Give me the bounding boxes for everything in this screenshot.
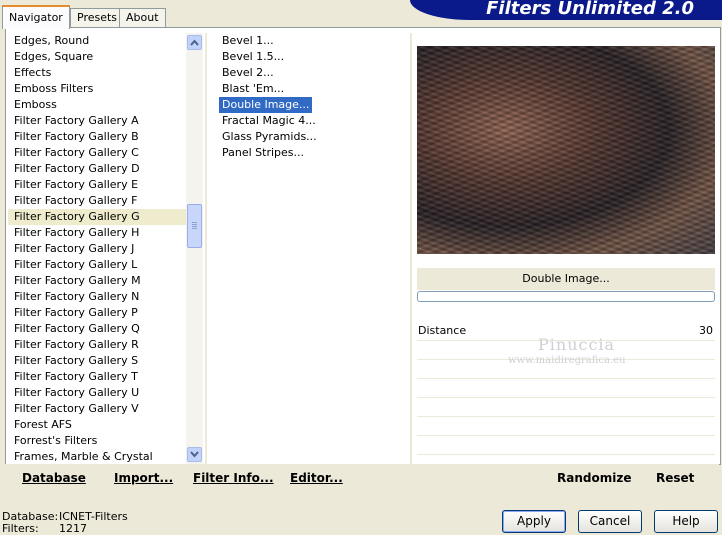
cancel-button[interactable]: Cancel xyxy=(578,510,642,533)
filter-item[interactable]: Glass Pyramids... xyxy=(219,129,320,145)
watermark-site: www.maidiregrafica.eu xyxy=(508,355,626,366)
scroll-down-button[interactable] xyxy=(187,447,202,462)
apply-button[interactable]: Apply xyxy=(502,510,566,533)
reset-button[interactable]: Reset xyxy=(656,467,694,489)
filter-list[interactable]: Bevel 1... Bevel 1.5... Bevel 2... Blast 'E… xyxy=(218,33,408,464)
category-item[interactable]: Filter Factory Gallery Q xyxy=(8,321,186,337)
preview-filter-name: Double Image... xyxy=(417,268,715,290)
scroll-thumb[interactable] xyxy=(187,204,202,248)
category-item[interactable]: Filter Factory Gallery V xyxy=(8,401,186,417)
category-item[interactable]: Emboss xyxy=(8,97,186,113)
category-item[interactable]: Effects xyxy=(8,65,186,81)
category-item[interactable]: Edges, Round xyxy=(8,33,186,49)
category-item[interactable]: Edges, Square xyxy=(8,49,186,65)
editor-label: Editor... xyxy=(290,471,343,485)
progress-bar xyxy=(417,291,715,302)
category-item[interactable]: Forrest's Filters xyxy=(8,433,186,449)
filter-item[interactable]: Bevel 1.5... xyxy=(219,49,287,65)
import-label: Import... xyxy=(114,471,174,485)
filter-info-label: Filter Info... xyxy=(193,471,274,485)
status-filters-value: 1217 xyxy=(59,522,87,535)
randomize-button[interactable]: Randomize xyxy=(557,467,631,489)
param-value: 30 xyxy=(699,324,713,337)
category-item[interactable]: Filter Factory Gallery M xyxy=(8,273,186,289)
category-list[interactable]: Edges, Round Edges, Square Effects Emboss F… xyxy=(8,33,186,464)
chevron-up-icon xyxy=(190,39,199,46)
category-item[interactable]: Filter Factory Gallery N xyxy=(8,289,186,305)
tab-about[interactable]: About xyxy=(119,8,166,27)
param-row-empty xyxy=(417,379,715,398)
filter-item[interactable]: Fractal Magic 4... xyxy=(219,113,319,129)
category-item[interactable]: Filter Factory Gallery T xyxy=(8,369,186,385)
category-item[interactable]: Filter Factory Gallery R xyxy=(8,337,186,353)
category-item[interactable]: Filter Factory Gallery J xyxy=(8,241,186,257)
watermark-name: Pinuccia xyxy=(538,335,616,354)
filter-item[interactable]: Bevel 2... xyxy=(219,65,277,81)
filter-item[interactable]: Blast 'Em... xyxy=(219,81,287,97)
filter-item[interactable]: Panel Stripes... xyxy=(219,145,307,161)
scroll-up-button[interactable] xyxy=(187,35,202,50)
editor-button[interactable]: Editor... xyxy=(290,467,343,489)
filter-preview-image xyxy=(417,46,715,254)
category-item[interactable]: Filter Factory Gallery U xyxy=(8,385,186,401)
category-item[interactable]: Filter Factory Gallery F xyxy=(8,193,186,209)
filter-item[interactable]: Bevel 1... xyxy=(219,33,277,49)
filter-item[interactable]: Double Image... xyxy=(219,97,313,113)
category-item[interactable]: Filter Factory Gallery C xyxy=(8,145,186,161)
import-button[interactable]: Import... xyxy=(114,467,173,489)
category-item[interactable]: Filter Factory Gallery A xyxy=(8,113,186,129)
param-row-empty xyxy=(417,417,715,436)
category-item[interactable]: Filter Factory Gallery B xyxy=(8,129,186,145)
category-item[interactable]: Filter Factory Gallery H xyxy=(8,225,186,241)
database-label: Database xyxy=(22,471,86,485)
category-item[interactable]: Emboss Filters xyxy=(8,81,186,97)
category-item[interactable]: Forest AFS xyxy=(8,417,186,433)
list-divider xyxy=(205,33,207,464)
chevron-down-icon xyxy=(190,451,199,458)
category-item[interactable]: Filter Factory Gallery E xyxy=(8,177,186,193)
category-item[interactable]: Frames, Marble & Crystal xyxy=(8,449,186,464)
param-row-empty xyxy=(417,436,715,455)
category-item[interactable]: Filter Factory Gallery G xyxy=(8,209,186,225)
category-item[interactable]: Filter Factory Gallery S xyxy=(8,353,186,369)
status-filters-label: Filters: xyxy=(2,522,39,535)
category-item[interactable]: Filter Factory Gallery L xyxy=(8,257,186,273)
tab-presets[interactable]: Presets xyxy=(70,8,125,27)
help-button[interactable]: Help xyxy=(654,510,718,533)
tab-navigator[interactable]: Navigator xyxy=(2,5,70,29)
category-item[interactable]: Filter Factory Gallery P xyxy=(8,305,186,321)
app-banner: Filters Unlimited 2.0 xyxy=(410,0,722,20)
param-row-empty xyxy=(417,398,715,417)
database-button[interactable]: Database xyxy=(22,467,86,489)
category-item[interactable]: Filter Factory Gallery D xyxy=(8,161,186,177)
filter-info-button[interactable]: Filter Info... xyxy=(193,467,274,489)
param-label: Distance xyxy=(418,324,467,337)
category-scrollbar[interactable] xyxy=(186,33,203,464)
list-divider xyxy=(410,33,412,464)
